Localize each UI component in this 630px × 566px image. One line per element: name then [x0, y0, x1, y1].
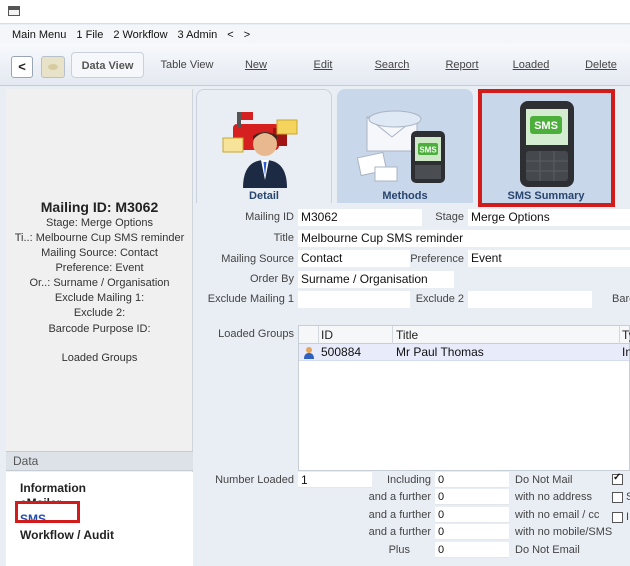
- search-button[interactable]: Search: [368, 52, 416, 78]
- column-type[interactable]: Ty: [622, 328, 630, 342]
- further-label: and a further: [368, 526, 431, 538]
- tab-methods[interactable]: SMS Methods: [337, 89, 473, 203]
- exclude-mailing-1-field[interactable]: [298, 291, 410, 308]
- menu-file[interactable]: 1 File: [76, 29, 103, 41]
- record-title: Mailing ID: M3062: [40, 199, 159, 215]
- report-button[interactable]: Report: [438, 52, 486, 78]
- record-summary-panel: Mailing ID: M3062 Stage: Merge Options T…: [6, 89, 193, 566]
- record-title-line: Ti..: Melbourne Cup SMS reminder: [14, 232, 185, 244]
- further-label: and a further: [368, 491, 431, 503]
- stage-label: Stage: [435, 211, 464, 223]
- row-id: 500884: [321, 345, 362, 359]
- mailing-id-label: Mailing ID: [245, 211, 294, 223]
- no-email-field: 0: [435, 507, 509, 523]
- no-address-field: 0: [435, 489, 509, 505]
- data-item-workflow-audit[interactable]: Workflow / Audit: [20, 528, 114, 542]
- checkbox-3[interactable]: [612, 512, 623, 523]
- preference-field[interactable]: Event: [468, 250, 630, 267]
- checkbox-2-label: S: [626, 491, 630, 503]
- data-section-header: Data: [6, 451, 193, 471]
- row-type: In: [622, 345, 630, 359]
- checkbox-3-label: I: [626, 511, 630, 523]
- data-view-button[interactable]: Data View: [71, 52, 144, 78]
- checkbox-1[interactable]: [612, 472, 623, 485]
- svg-text:SMS: SMS: [419, 146, 437, 155]
- menu-workflow[interactable]: 2 Workflow: [113, 29, 167, 41]
- no-mobile-field: 0: [435, 524, 509, 540]
- sms-highlight-box: [15, 501, 80, 523]
- mailing-id-field[interactable]: M3062: [298, 209, 422, 226]
- number-loaded-field: 1: [298, 472, 372, 488]
- column-id[interactable]: ID: [321, 328, 333, 342]
- preference-label: Preference: [410, 253, 464, 265]
- sms-summary-highlight-box: [478, 89, 615, 207]
- do-not-email-label: Do Not Email: [515, 544, 580, 556]
- record-preference: Preference: Event: [55, 262, 144, 274]
- methods-envelopes-phone-icon: SMS: [357, 110, 445, 183]
- menu-main[interactable]: Main Menu: [12, 29, 66, 41]
- forward-button[interactable]: [41, 56, 65, 78]
- menu-admin[interactable]: 3 Admin: [178, 29, 218, 41]
- window-icon: [8, 6, 20, 16]
- toolbar: < Data View Table View New Edit Search R…: [0, 44, 630, 86]
- loaded-groups-label: Loaded Groups: [218, 328, 294, 340]
- back-button[interactable]: <: [11, 56, 33, 78]
- exclude-2-field[interactable]: [468, 291, 592, 308]
- record-stage: Stage: Merge Options: [45, 217, 153, 229]
- further-label: and a further: [368, 509, 431, 521]
- title-field[interactable]: Melbourne Cup SMS reminder: [298, 230, 630, 247]
- window-titlebar: [0, 0, 630, 24]
- checkbox-2[interactable]: [612, 492, 623, 503]
- loaded-groups-table[interactable]: ID Title Ty 500884 Mr Paul Thomas In: [298, 325, 630, 471]
- do-not-mail-label: Do Not Mail: [515, 474, 573, 486]
- record-exclude2: Exclude 2:: [73, 307, 126, 319]
- no-email-label: with no email / cc: [515, 509, 600, 521]
- order-by-field[interactable]: Surname / Organisation: [298, 271, 454, 288]
- order-by-label: Order By: [249, 273, 294, 285]
- do-not-email-field: 0: [435, 542, 509, 558]
- tab-detail-label: Detail: [249, 190, 279, 202]
- exclude-2-label: Exclude 2: [415, 293, 464, 305]
- table-view-button[interactable]: Table View: [151, 52, 223, 78]
- tab-detail[interactable]: Detail: [196, 89, 332, 203]
- edit-button[interactable]: Edit: [306, 52, 340, 78]
- record-order: Or..: Surname / Organisation: [29, 277, 170, 289]
- delete-button[interactable]: Delete: [578, 52, 624, 78]
- menu-bar: Main Menu 1 File 2 Workflow 3 Admin < >: [0, 25, 630, 44]
- number-loaded-label: Number Loaded: [215, 474, 294, 486]
- detail-person-icon: [222, 112, 298, 188]
- column-title[interactable]: Title: [396, 328, 418, 342]
- record-source: Mailing Source: Contact: [41, 247, 158, 259]
- including-label: Including: [386, 474, 431, 486]
- exclude-mailing-1-label: Exclude Mailing 1: [207, 293, 294, 305]
- title-label: Title: [273, 232, 294, 244]
- new-button[interactable]: New: [234, 52, 278, 78]
- including-field: 0: [435, 472, 509, 488]
- menu-scroll-left[interactable]: <: [227, 29, 233, 41]
- data-item-information[interactable]: Information: [20, 481, 86, 495]
- no-mobile-label: with no mobile/SMS: [515, 526, 613, 538]
- no-address-label: with no address: [515, 491, 593, 503]
- barcode-label: Barc: [612, 293, 630, 305]
- person-icon: [304, 347, 314, 359]
- menu-scroll-right[interactable]: >: [244, 29, 250, 41]
- table-row[interactable]: 500884 Mr Paul Thomas In: [299, 344, 630, 361]
- stage-field[interactable]: Merge Options: [468, 209, 630, 226]
- mailing-source-label: Mailing Source: [221, 253, 294, 265]
- tab-methods-label: Methods: [382, 190, 428, 202]
- plus-label: Plus: [388, 544, 410, 556]
- record-exclude1: Exclude Mailing 1:: [54, 292, 145, 304]
- row-title: Mr Paul Thomas: [396, 345, 484, 359]
- mailing-source-field[interactable]: Contact: [298, 250, 410, 267]
- record-barcode: Barcode Purpose ID:: [48, 323, 151, 335]
- loaded-groups-header: ID Title Ty: [299, 326, 630, 344]
- record-loaded-groups: Loaded Groups: [61, 352, 138, 364]
- loaded-button[interactable]: Loaded: [507, 52, 555, 78]
- main-content: Detail SMS Methods SMS SMS Summary Maili…: [196, 89, 630, 566]
